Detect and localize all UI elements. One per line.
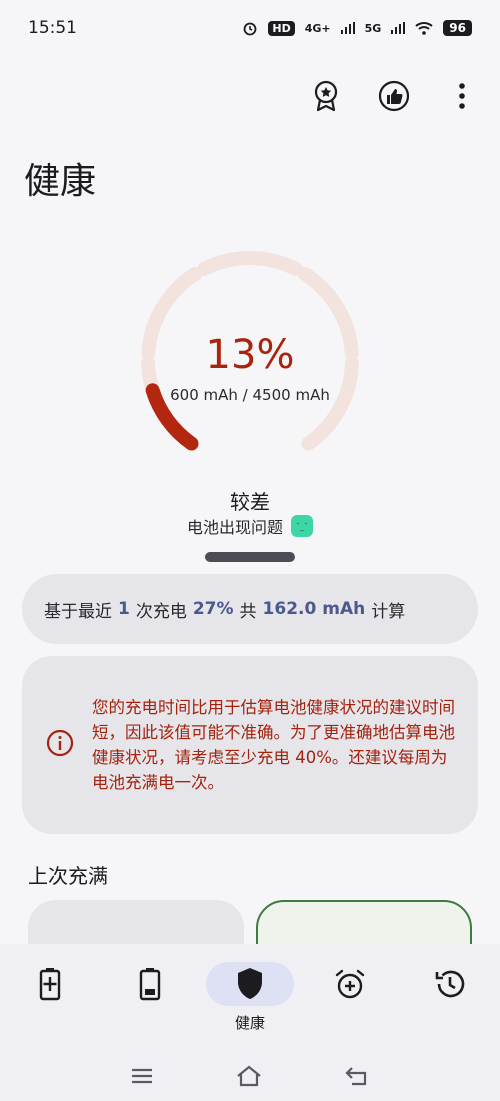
nav-item-battery[interactable]: [105, 962, 195, 1006]
nav-health-label: 健康: [234, 1014, 265, 1032]
charge-count: 1: [118, 599, 130, 619]
signal-icon: [340, 22, 355, 34]
home-icon: [237, 1065, 261, 1086]
basis-total-label: 共: [239, 601, 257, 622]
nav-item-history[interactable]: [405, 962, 495, 1006]
accuracy-warning-card: 您的充电时间比用于估算电池健康状况的建议时间短，因此该值可能不准确。为了更准确地…: [22, 656, 478, 834]
history-icon: [435, 970, 465, 998]
capacity-readout: 600 mAh / 4500 mAh: [170, 386, 330, 404]
thumbs-up-icon: [378, 80, 410, 112]
more-vertical-icon: [459, 83, 465, 109]
charge-percent: 27%: [192, 599, 234, 619]
more-options-button[interactable]: [442, 76, 482, 116]
info-icon: [46, 729, 74, 761]
battery-charging-icon: [39, 968, 61, 1001]
nav-item-alarm[interactable]: [305, 962, 395, 1006]
menu-icon: [132, 1068, 153, 1083]
charge-mah: 162.0 mAh: [262, 599, 366, 619]
sheet-drag-handle[interactable]: [205, 552, 295, 562]
wifi-icon: [415, 21, 433, 35]
home-button[interactable]: [235, 1065, 263, 1091]
battery-level: 96: [443, 20, 472, 36]
gauge-track-segment: [197, 251, 303, 276]
alarm-add-icon: [335, 969, 365, 999]
nav-item-health[interactable]: 健康: [205, 962, 295, 1033]
health-status-label: 较差: [230, 490, 270, 514]
top-actions: [306, 74, 482, 118]
basis-prefix: 基于最近: [44, 601, 112, 622]
status-icons: HD 4G+ 5G 96: [242, 20, 472, 36]
system-navigation-bar: [0, 1054, 500, 1101]
alarm-status-icon: [242, 20, 258, 36]
last-full-charge-title: 上次充满: [28, 864, 108, 888]
basis-middle: 次充电: [135, 601, 187, 622]
hd-badge: HD: [268, 20, 295, 36]
award-button[interactable]: [306, 76, 346, 116]
basis-suffix: 计算: [371, 601, 406, 622]
back-button[interactable]: [344, 1065, 370, 1091]
back-icon: [345, 1066, 366, 1085]
health-substatus: 电池出现问题 ˘_˘: [0, 514, 500, 538]
status-bar: 15:51 HD 4G+ 5G 96: [0, 0, 500, 56]
battery-health-gauge: 13% 600 mAh / 4500 mAh: [130, 250, 370, 470]
network-5g-label: 5G: [364, 21, 382, 35]
status-time: 15:51: [28, 18, 77, 38]
network-4g-label: 4G+: [304, 21, 331, 35]
page-title: 健康: [24, 161, 97, 202]
health-substatus-text: 电池出现问题: [186, 518, 283, 537]
warning-text: 您的充电时间比用于估算电池健康状况的建议时间短，因此该值可能不准确。为了更准确地…: [92, 698, 455, 792]
award-icon: [314, 80, 338, 112]
signal-icon-2: [391, 22, 406, 34]
nav-active-pill: [206, 962, 294, 1006]
sad-face-icon: ˘_˘: [291, 515, 313, 537]
recent-apps-button[interactable]: [130, 1067, 154, 1089]
rate-button[interactable]: [374, 76, 414, 116]
calculation-basis-card: 基于最近 1 次充电 27% 共 162.0 mAh 计算: [22, 574, 478, 644]
health-percent: 13%: [205, 332, 295, 378]
shield-icon: [238, 968, 262, 999]
battery-icon: [139, 968, 161, 1001]
nav-item-charging[interactable]: [5, 962, 95, 1006]
bottom-navigation: 健康: [0, 944, 500, 1054]
